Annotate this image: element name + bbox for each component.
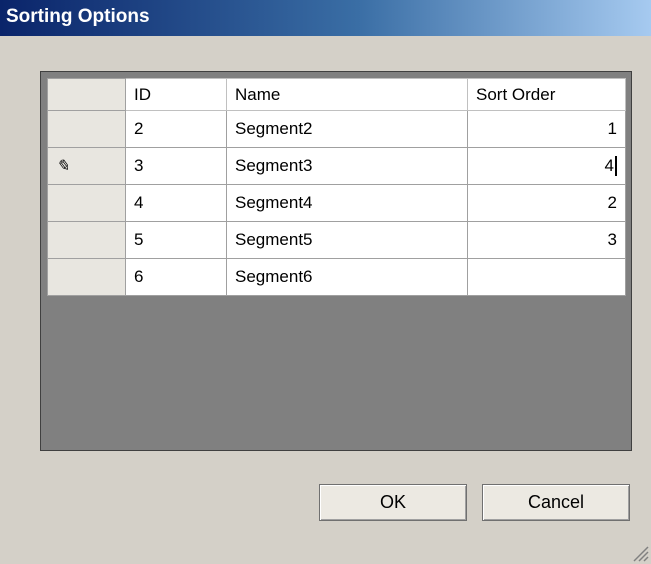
- id-cell[interactable]: 5: [125, 221, 227, 259]
- column-header-sort-order[interactable]: Sort Order: [467, 78, 626, 111]
- grid-table: ID Name Sort Order 2 Segment2 1 ✎ 3 Segm…: [47, 78, 626, 296]
- window-title: Sorting Options: [6, 6, 150, 27]
- table-row[interactable]: 2 Segment2 1: [47, 110, 626, 148]
- name-cell[interactable]: Segment6: [226, 258, 468, 296]
- title-bar[interactable]: Sorting Options: [0, 0, 651, 36]
- sort-order-value: 4: [604, 155, 614, 175]
- sort-order-cell[interactable]: 2: [467, 184, 626, 222]
- table-row[interactable]: 4 Segment4 2: [47, 184, 626, 222]
- sort-order-cell[interactable]: 1: [467, 110, 626, 148]
- row-header[interactable]: [47, 110, 126, 148]
- sort-order-cell[interactable]: [467, 258, 626, 296]
- header-row: ID Name Sort Order: [47, 78, 626, 111]
- sort-order-cell[interactable]: 3: [467, 221, 626, 259]
- cancel-button[interactable]: Cancel: [482, 484, 630, 521]
- table-row[interactable]: 6 Segment6: [47, 258, 626, 296]
- table-row[interactable]: 5 Segment5 3: [47, 221, 626, 259]
- name-cell[interactable]: Segment5: [226, 221, 468, 259]
- row-header[interactable]: ✎: [47, 147, 126, 185]
- name-cell[interactable]: Segment2: [226, 110, 468, 148]
- id-cell[interactable]: 4: [125, 184, 227, 222]
- column-header-id[interactable]: ID: [125, 78, 227, 111]
- id-cell[interactable]: 3: [125, 147, 227, 185]
- ok-button[interactable]: OK: [319, 484, 467, 521]
- sort-order-cell-editing[interactable]: 4: [467, 147, 626, 185]
- pencil-icon: ✎: [56, 158, 70, 175]
- row-header[interactable]: [47, 184, 126, 222]
- corner-header[interactable]: [47, 78, 126, 111]
- name-cell[interactable]: Segment3: [226, 147, 468, 185]
- id-cell[interactable]: 2: [125, 110, 227, 148]
- row-header[interactable]: [47, 258, 126, 296]
- column-header-name[interactable]: Name: [226, 78, 468, 111]
- table-row[interactable]: ✎ 3 Segment3 4: [47, 147, 626, 185]
- name-cell[interactable]: Segment4: [226, 184, 468, 222]
- text-caret: [615, 156, 617, 177]
- row-header[interactable]: [47, 221, 126, 259]
- id-cell[interactable]: 6: [125, 258, 227, 296]
- resize-grip-icon[interactable]: [631, 544, 649, 562]
- sort-order-grid[interactable]: ID Name Sort Order 2 Segment2 1 ✎ 3 Segm…: [40, 71, 632, 451]
